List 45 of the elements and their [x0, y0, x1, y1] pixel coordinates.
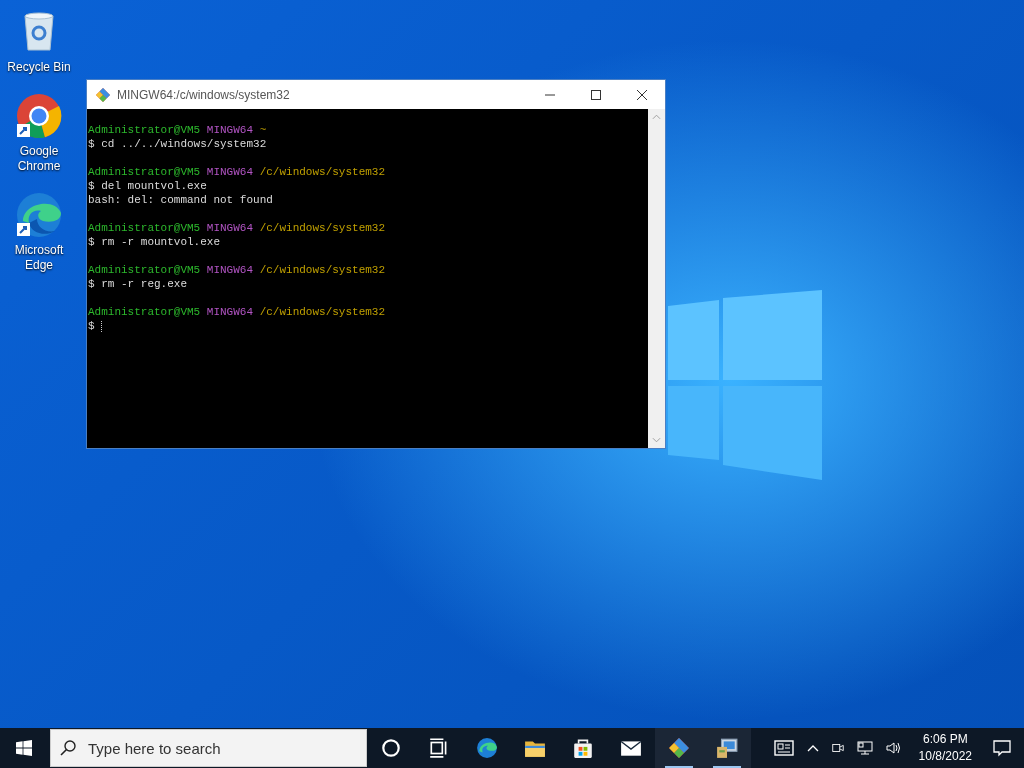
prompt-path: /c/windows/system32 — [259, 305, 386, 319]
windows-start-icon[interactable] — [16, 740, 32, 756]
prompt-user: Administrator@VM5 — [88, 123, 201, 137]
search-icon — [60, 740, 76, 756]
terminal-line: $ cd ../../windows/system32 — [88, 137, 267, 151]
edge-browser-icon[interactable] — [476, 737, 498, 759]
notification-icon[interactable] — [993, 739, 1011, 757]
prompt-user: Administrator@VM5 — [88, 305, 201, 319]
prompt-user: Administrator@VM5 — [88, 221, 201, 235]
speaker-icon[interactable] — [884, 740, 901, 756]
prompt-host: MINGW64 — [206, 263, 254, 277]
prompt-host: MINGW64 — [206, 221, 254, 235]
desktop-icon-label[interactable]: Google Chrome — [7, 144, 71, 174]
terminal-line: $ rm -r mountvol.exe — [88, 235, 221, 249]
news-icon[interactable] — [772, 740, 795, 756]
clock-date[interactable]: 10/8/2022 — [918, 748, 972, 765]
maximize-icon[interactable] — [591, 89, 601, 100]
diamond-logo-icon — [95, 86, 111, 103]
desktop-icon-label[interactable]: Recycle Bin — [7, 60, 71, 75]
terminal-line: bash: del: command not found — [88, 193, 273, 207]
prompt-user: Administrator@VM5 — [88, 263, 201, 277]
prompt-path: /c/windows/system32 — [259, 221, 386, 235]
prompt-user: Administrator@VM5 — [88, 165, 201, 179]
terminal-line: $ del mountvol.exe — [88, 179, 207, 193]
setup-computer-icon[interactable] — [716, 737, 738, 759]
prompt-host: MINGW64 — [206, 123, 254, 137]
terminal-line: $ — [88, 319, 95, 333]
prompt-path: /c/windows/system32 — [259, 263, 386, 277]
search-field[interactable]: Type here to search — [50, 729, 367, 767]
close-icon[interactable] — [637, 89, 647, 100]
desktop-icon-label[interactable]: Microsoft Edge — [7, 243, 71, 273]
shopping-bag-icon[interactable] — [572, 737, 594, 759]
chrome-browser-icon[interactable] — [15, 92, 63, 140]
diamond-logo-icon[interactable] — [668, 737, 690, 759]
window-title: MINGW64:/c/windows/system32 — [117, 87, 291, 102]
clock-time[interactable]: 6:06 PM — [918, 731, 972, 748]
chevron-up-icon[interactable] — [806, 744, 819, 752]
prompt-path: ~ — [259, 123, 267, 137]
prompt-path: /c/windows/system32 — [259, 165, 386, 179]
terminal-line: $ rm -r reg.exe — [88, 277, 188, 291]
edge-browser-icon[interactable] — [15, 191, 63, 239]
prompt-host: MINGW64 — [206, 305, 254, 319]
circle-icon[interactable] — [380, 737, 402, 759]
network-icon[interactable] — [856, 740, 873, 756]
prompt-host: MINGW64 — [206, 165, 254, 179]
